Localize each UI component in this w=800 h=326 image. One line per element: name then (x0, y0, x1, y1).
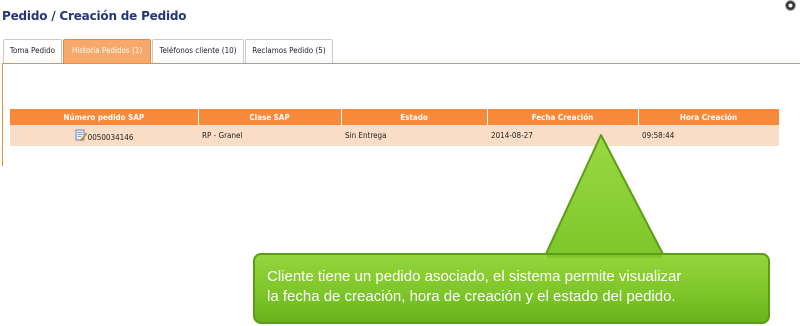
order-status-cell: Sin Entrega (341, 125, 487, 146)
orders-table: Número pedido SAP Clase SAP Estado Fecha… (10, 109, 780, 146)
table-row[interactable]: 0050034146 RP - Granel Sin Entrega 2014-… (10, 125, 779, 146)
order-number-cell[interactable]: 0050034146 (10, 125, 198, 146)
column-header[interactable]: Clase SAP (198, 109, 342, 125)
tab-historia-pedidos[interactable]: Historia Pedidos (1) (63, 39, 151, 63)
callout-line-2: la fecha de creación, hora de creación y… (267, 288, 676, 305)
tab-reclamos-pedido[interactable]: Reclamos Pedido (5) (245, 39, 333, 63)
column-header[interactable]: Número pedido SAP (10, 109, 199, 125)
tab-telefonos-cliente[interactable]: Teléfonos cliente (10) (152, 39, 244, 63)
column-header[interactable]: Estado (341, 109, 488, 125)
callout-box: Cliente tiene un pedido asociado, el sis… (253, 253, 770, 324)
help-icon[interactable] (784, 0, 797, 11)
column-header[interactable]: Hora Creación (638, 109, 780, 125)
tab-toma-pedido[interactable]: Toma Pedido (3, 39, 62, 63)
callout-line-1: Cliente tiene un pedido asociado, el sis… (267, 268, 682, 285)
order-date-cell: 2014-08-27 (487, 125, 638, 146)
table-header-row: Número pedido SAP Clase SAP Estado Fecha… (10, 109, 780, 125)
order-class-cell: RP - Granel (198, 125, 341, 146)
order-number[interactable]: 0050034146 (88, 133, 134, 142)
page-title: Pedido / Creación de Pedido (2, 9, 187, 23)
edit-document-icon[interactable] (75, 129, 87, 141)
column-header[interactable]: Fecha Creación (487, 109, 639, 125)
order-time-cell: 09:58:44 (638, 125, 779, 146)
